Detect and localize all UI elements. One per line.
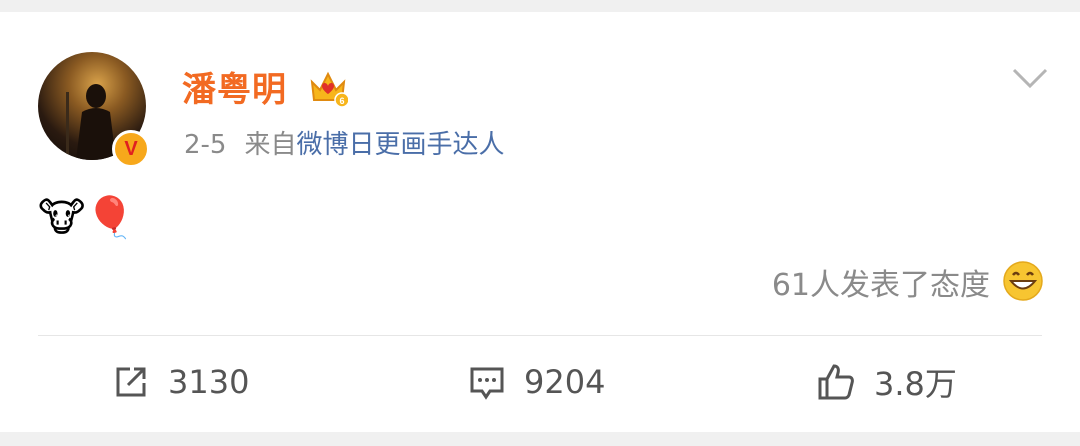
post-meta: 2-5 来自微博日更画手达人: [184, 124, 505, 161]
svg-text:6: 6: [339, 96, 344, 106]
verified-badge: V: [112, 130, 150, 168]
chevron-down-icon[interactable]: [1010, 64, 1050, 92]
repost-button[interactable]: 3130: [112, 362, 249, 402]
comment-icon: [470, 367, 504, 400]
comment-button[interactable]: 9204: [468, 362, 605, 402]
like-count: 3.8万: [874, 365, 957, 403]
repost-icon: [116, 367, 146, 397]
source-link[interactable]: 微博日更画手达人: [296, 130, 504, 160]
repost-count: 3130: [168, 363, 250, 401]
comment-count: 9204: [524, 363, 606, 401]
vip-crown-icon[interactable]: 6: [308, 66, 348, 110]
source-prefix: 来自: [244, 130, 297, 160]
action-divider: [38, 335, 1042, 336]
attitude-count[interactable]: 61人发表了态度: [772, 260, 990, 304]
thumbs-up-icon: [818, 364, 854, 400]
post-date: 2-5: [184, 130, 227, 160]
balloon-emoji: 🎈: [85, 195, 136, 241]
weibo-post-card: V 潘粤明 6 2-5 来自微博日更画手达人 🐮🎈 61人发表了态度 3130: [0, 12, 1080, 432]
grinning-emoji-icon[interactable]: [1002, 260, 1044, 302]
like-button[interactable]: 3.8万: [816, 362, 957, 403]
username[interactable]: 潘粤明: [182, 62, 287, 111]
post-body: 🐮🎈: [38, 192, 135, 244]
cow-emoji: 🐮: [38, 195, 86, 241]
